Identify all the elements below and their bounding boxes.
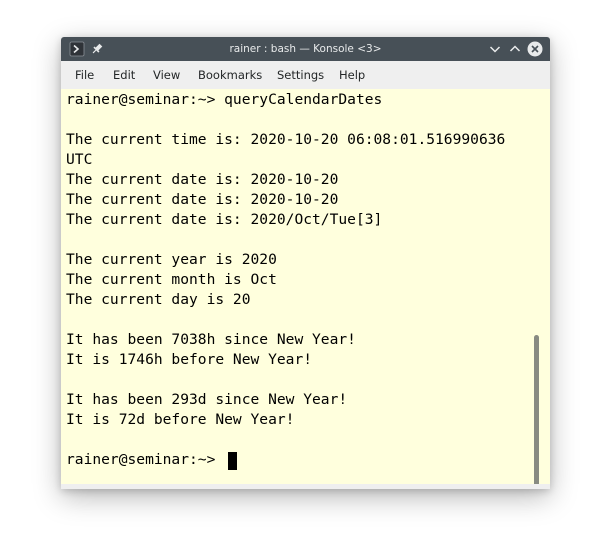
terminal-line: It has been 7038h since New Year!: [66, 331, 356, 348]
window-title: rainer : bash — Konsole <3>: [229, 43, 382, 55]
scrollbar-handle[interactable]: [534, 335, 539, 489]
terminal-line: rainer@seminar:~> queryCalendarDates: [66, 91, 383, 108]
terminal-line: The current time is: 2020-10-20 06:08:01…: [66, 131, 506, 148]
terminal-line: The current date is: 2020/Oct/Tue[3]: [66, 211, 383, 228]
terminal-line: UTC: [66, 151, 93, 168]
terminal-line: The current year is 2020: [66, 251, 277, 268]
window-bottom-border: [61, 484, 550, 489]
menu-bookmarks[interactable]: Bookmarks: [198, 61, 262, 89]
menu-bar: File Edit View Bookmarks Settings Help: [61, 61, 550, 89]
text-cursor: [228, 452, 237, 470]
terminal-line: It has been 293d since New Year!: [66, 391, 348, 408]
menu-settings[interactable]: Settings: [277, 61, 324, 89]
terminal-line: The current date is: 2020-10-20: [66, 171, 339, 188]
terminal-line: It is 72d before New Year!: [66, 411, 295, 428]
terminal-line: The current day is 20: [66, 291, 251, 308]
menu-edit[interactable]: Edit: [113, 61, 135, 89]
menu-file[interactable]: File: [75, 61, 94, 89]
terminal-area[interactable]: rainer@seminar:~> queryCalendarDates The…: [61, 89, 550, 489]
konsole-window: rainer : bash — Konsole <3> File Edit Vi…: [61, 37, 550, 489]
terminal-line: The current date is: 2020-10-20: [66, 191, 339, 208]
close-icon[interactable]: [527, 41, 543, 57]
menu-view[interactable]: View: [153, 61, 180, 89]
menu-help[interactable]: Help: [339, 61, 365, 89]
chevron-down-icon[interactable]: [487, 41, 503, 57]
terminal-line: It is 1746h before New Year!: [66, 351, 313, 368]
chevron-up-icon[interactable]: [507, 41, 523, 57]
terminal-line: The current month is Oct: [66, 271, 277, 288]
title-bar[interactable]: rainer : bash — Konsole <3>: [61, 37, 550, 61]
terminal-prompt: rainer@seminar:~>: [66, 451, 225, 468]
